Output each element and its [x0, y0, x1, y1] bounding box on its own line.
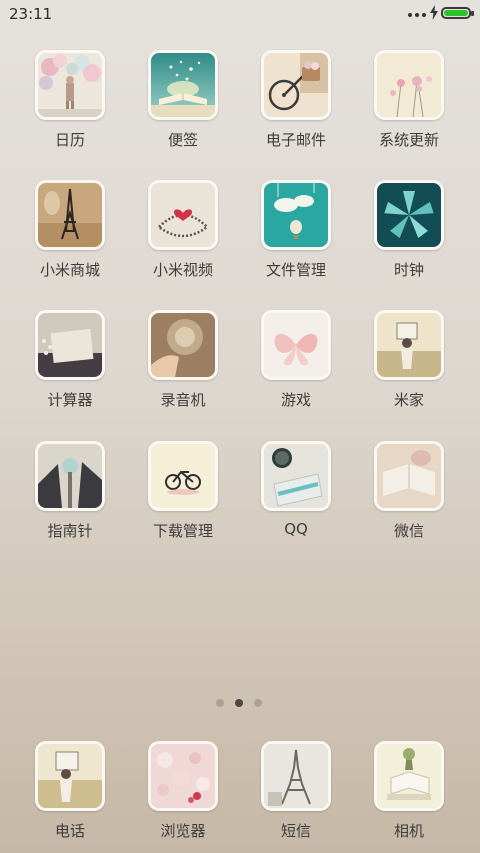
app-label: 浏览器 — [160, 822, 206, 840]
app-label: 时钟 — [393, 261, 424, 279]
battery-icon — [441, 7, 474, 19]
app-camera[interactable]: 相机 — [354, 741, 464, 841]
app-label: 指南针 — [47, 522, 93, 540]
books-plant-icon — [374, 741, 444, 811]
app-clock[interactable]: 时钟 — [354, 180, 464, 280]
app-label: 电子邮件 — [265, 131, 326, 149]
app-recorder[interactable]: 录音机 — [128, 310, 238, 410]
pink-bokeh-icon — [148, 741, 218, 811]
status-time: 23:11 — [9, 5, 53, 23]
butterfly-icon — [261, 310, 331, 380]
page-indicator — [216, 699, 262, 707]
app-calculator[interactable]: 计算器 — [15, 310, 125, 410]
page-dot-active[interactable] — [235, 699, 243, 707]
postcard-icon — [35, 310, 105, 380]
app-mijia[interactable]: 米家 — [354, 310, 464, 410]
app-label: 下载管理 — [152, 522, 213, 540]
app-games[interactable]: 游戏 — [241, 310, 351, 410]
more-notifications-icon — [408, 13, 426, 17]
app-label: 系统更新 — [378, 131, 439, 149]
bicycle-basket-icon — [261, 50, 331, 120]
app-email[interactable]: 电子邮件 — [241, 50, 351, 150]
app-wechat[interactable]: 微信 — [354, 441, 464, 541]
page-dot[interactable] — [216, 699, 224, 707]
app-label: 录音机 — [160, 391, 206, 409]
app-notes[interactable]: 便签 — [128, 50, 238, 150]
app-label: 米家 — [393, 391, 424, 409]
app-phone[interactable]: 电话 — [15, 741, 125, 841]
glowing-book-icon — [148, 50, 218, 120]
page-dot[interactable] — [254, 699, 262, 707]
app-file-manager[interactable]: 文件管理 — [241, 180, 351, 280]
app-label: 电话 — [54, 822, 85, 840]
app-browser[interactable]: 浏览器 — [128, 741, 238, 841]
app-downloads[interactable]: 下载管理 — [128, 441, 238, 541]
app-mi-store[interactable]: 小米商城 — [15, 180, 125, 280]
girl-field-icon — [374, 310, 444, 380]
app-qq[interactable]: QQ — [241, 441, 351, 538]
dandelion-hand-icon — [148, 310, 218, 380]
app-label: 计算器 — [47, 391, 93, 409]
app-label: 文件管理 — [265, 261, 326, 279]
status-bar: 23:11 — [0, 0, 480, 30]
small-bicycle-icon — [148, 441, 218, 511]
app-compass[interactable]: 指南针 — [15, 441, 125, 541]
girl-balloons-icon — [35, 50, 105, 120]
app-label: 短信 — [280, 822, 311, 840]
app-messages[interactable]: 短信 — [241, 741, 351, 841]
app-calendar[interactable]: 日历 — [15, 50, 125, 150]
eiffel-tower-icon — [261, 741, 331, 811]
app-label: 微信 — [393, 522, 424, 540]
app-system-update[interactable]: 系统更新 — [354, 50, 464, 150]
heart-necklace-icon — [148, 180, 218, 250]
app-label: 日历 — [54, 131, 85, 149]
app-label: 小米视频 — [152, 261, 213, 279]
paper-flower-icon — [374, 180, 444, 250]
app-label: 相机 — [393, 822, 424, 840]
girl-field-icon — [35, 741, 105, 811]
eiffel-bottle-icon — [35, 180, 105, 250]
charging-bolt-icon — [430, 5, 438, 20]
water-drop-icon — [35, 441, 105, 511]
tea-cup-icon — [261, 441, 331, 511]
app-label: 小米商城 — [39, 261, 100, 279]
app-label: 便签 — [167, 131, 198, 149]
clouds-hot-air-balloon-icon — [261, 180, 331, 250]
app-mi-video[interactable]: 小米视频 — [128, 180, 238, 280]
open-book-icon — [374, 441, 444, 511]
app-label: 游戏 — [280, 391, 311, 409]
app-label: QQ — [284, 520, 308, 538]
flowers-icon — [374, 50, 444, 120]
